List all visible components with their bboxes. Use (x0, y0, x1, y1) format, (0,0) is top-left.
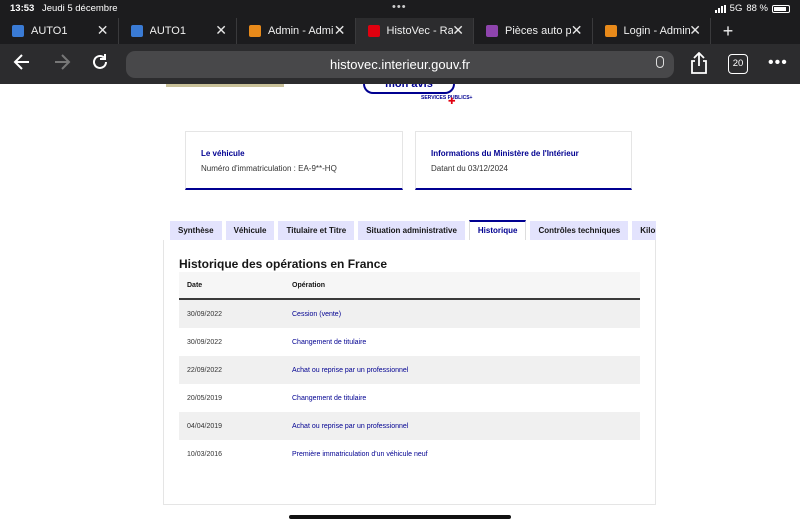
status-right: 5G 88 % (714, 3, 790, 14)
row-date: 30/09/2022 (187, 338, 223, 346)
header-operation: Opération (292, 281, 326, 289)
multitask-dots-icon[interactable]: ••• (392, 1, 407, 13)
mon-avis-button[interactable]: mon avis (363, 84, 455, 94)
tab-title: HistoVec - Rapport (386, 25, 453, 37)
favicon-icon (486, 25, 498, 37)
microphone-icon[interactable] (656, 56, 664, 68)
page-content: mon avis SERVICES PUBLICS+ ✚ Le véhicule… (0, 84, 800, 525)
more-icon[interactable]: ••• (768, 52, 788, 74)
row-date: 10/03/2016 (187, 450, 223, 458)
tab-v-hicule[interactable]: Véhicule (225, 221, 275, 240)
favicon-icon (130, 25, 143, 37)
services-publics-logo: SERVICES PUBLICS+ (421, 95, 473, 102)
tab-title: Login - Admin (623, 25, 690, 37)
favicon-icon (12, 25, 24, 37)
browser-tab[interactable]: Admin - Admin ✕ (237, 18, 356, 44)
favicon-icon (604, 25, 617, 37)
plus-mark-icon: ✚ (448, 96, 456, 106)
history-panel: Historique des opérations en France Date… (163, 240, 656, 505)
ministry-card-value: Datant du 03/12/2024 (431, 164, 508, 173)
table-row: 30/09/2022 Cession (vente) (179, 300, 640, 328)
row-date: 22/09/2022 (187, 366, 223, 374)
browser-tab[interactable]: AUTO1 ✕ (0, 18, 119, 44)
table-header: Date Opération (179, 272, 640, 300)
row-operation[interactable]: Achat ou reprise par un professionnel (292, 367, 640, 374)
tab-titulaire-et-titre[interactable]: Titulaire et Titre (278, 221, 355, 240)
ministry-card-title: Informations du Ministère de l'Intérieur (431, 149, 579, 158)
tab-strip: AUTO1✕AUTO1✕Admin - Admin✕HistoVec - Rap… (0, 18, 800, 44)
home-indicator[interactable] (289, 515, 511, 519)
table-row: 10/03/2016 Première immatriculation d'un … (179, 440, 640, 468)
battery-icon (772, 4, 790, 13)
table-row: 22/09/2022 Achat ou reprise par un profes… (179, 356, 640, 384)
vehicle-card-value: Numéro d'immatriculation : EA-9**-HQ (201, 164, 337, 173)
tab-title: Pièces auto pas (505, 25, 571, 37)
forward-icon[interactable] (52, 52, 72, 77)
tab-situation-administrative[interactable]: Situation administrative (358, 221, 465, 240)
close-icon[interactable]: ✕ (215, 22, 227, 39)
tab-contr-les-techniques[interactable]: Contrôles techniques (530, 221, 629, 240)
browser-chrome: 13:53 Jeudi 5 décembre ••• 5G 88 % AUTO1… (0, 0, 800, 44)
row-date: 20/05/2019 (187, 394, 223, 402)
row-date: 30/09/2022 (187, 310, 223, 318)
close-icon[interactable]: ✕ (452, 22, 464, 39)
close-icon[interactable]: ✕ (334, 22, 346, 39)
url-text: histovec.interieur.gouv.fr (330, 57, 470, 72)
network-label: 5G (729, 3, 743, 14)
table-body: 30/09/2022 Cession (vente) 30/09/2022 Chang… (179, 300, 640, 468)
browser-tab[interactable]: Pièces auto pas✕ (474, 18, 593, 44)
table-row: 20/05/2019 Changement de titulaire (179, 384, 640, 412)
share-icon[interactable] (690, 51, 708, 79)
table-row: 30/09/2022 Changement de titulaire (179, 328, 640, 356)
signal-icon (714, 4, 726, 13)
tab-synth-se[interactable]: Synthèse (170, 221, 222, 240)
battery-label: 88 % (746, 3, 768, 14)
address-bar[interactable]: histovec.interieur.gouv.fr (126, 51, 674, 78)
ministry-card: Informations du Ministère de l'Intérieur… (415, 131, 632, 190)
browser-tab[interactable]: Login - Admin ✕ (593, 18, 711, 44)
report-tabs: Synthèse Véhicule Titulaire et Titre Situat… (170, 220, 656, 240)
status-date: Jeudi 5 décembre (42, 3, 118, 14)
history-title: Historique des opérations en France (179, 257, 388, 271)
vehicle-card: Le véhicule Numéro d'immatriculation : E… (185, 131, 403, 190)
history-table: Date Opération 30/09/2022 Cession (vente)… (179, 272, 640, 468)
row-operation[interactable]: Première immatriculation d'un véhicule n… (292, 451, 640, 458)
tab-title: AUTO1 (149, 25, 186, 37)
tab-title: AUTO1 (31, 25, 68, 37)
browser-tab[interactable]: AUTO1 ✕ (119, 18, 237, 44)
row-operation[interactable]: Changement de titulaire (292, 395, 640, 402)
tab-kilom-trage[interactable]: Kilométrage (632, 221, 656, 240)
table-row: 04/04/2019 Achat ou reprise par un profes… (179, 412, 640, 440)
tab-historique[interactable]: Historique (468, 220, 527, 240)
browser-tab[interactable]: HistoVec - Rapport✕ (355, 18, 474, 44)
services-publics-text: SERVICES PUBLICS+ (421, 95, 473, 101)
favicon-icon (249, 25, 261, 37)
row-operation[interactable]: Cession (vente) (292, 311, 640, 318)
tab-count-button[interactable]: 20 (728, 54, 748, 74)
status-time: 13:53 (10, 3, 35, 14)
row-operation[interactable]: Changement de titulaire (292, 339, 640, 346)
vehicle-card-title: Le véhicule (201, 149, 245, 158)
header-image-strip (166, 84, 284, 87)
close-icon[interactable]: ✕ (689, 22, 701, 39)
tab-title: Admin - Admin (268, 25, 334, 37)
status-bar: 13:53 Jeudi 5 décembre ••• 5G 88 % (0, 0, 800, 16)
row-date: 04/04/2019 (187, 422, 223, 430)
close-icon[interactable]: ✕ (571, 22, 583, 39)
back-icon[interactable] (12, 52, 32, 77)
reload-icon[interactable] (90, 52, 110, 77)
new-tab-icon[interactable]: + (711, 18, 745, 44)
row-operation[interactable]: Achat ou reprise par un professionnel (292, 423, 640, 430)
header-date: Date (187, 281, 203, 289)
browser-toolbar: histovec.interieur.gouv.fr 20 ••• (0, 44, 800, 84)
favicon-icon (367, 25, 380, 37)
close-icon[interactable]: ✕ (97, 22, 109, 39)
